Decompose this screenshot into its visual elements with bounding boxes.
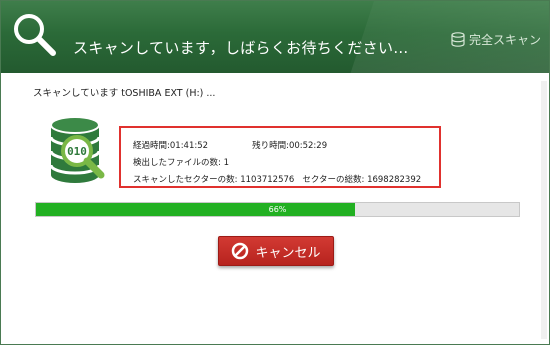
header-bar: スキャンしています，しばらくお待ちください… 完全スキャン [1,1,549,73]
sectors-row: スキャンしたセクターの数: 1103712576 セクターの総数: 1698282… [133,173,421,185]
remaining-value: 00:52:29 [288,141,328,151]
remaining-label: 残り時間: [252,141,289,151]
files-found-label: 検出したファイルの数: [133,158,221,168]
header-title: スキャンしています，しばらくお待ちください… [73,39,409,57]
scan-mode: 完全スキャン [451,31,541,48]
total-sectors-label: セクターの総数: [302,175,365,185]
scan-stats-box: 経過時間:01:41:52 残り時間:00:52:29 検出したファイルの数: 1… [119,126,441,188]
elapsed-value: 01:41:52 [169,141,209,151]
cancel-button[interactable]: キャンセル [218,236,334,266]
elapsed-label: 経過時間: [133,141,170,151]
scanned-sectors-label: スキャンしたセクターの数: [133,175,238,185]
database-icon [451,31,465,47]
time-row: 経過時間:01:41:52 残り時間:00:52:29 [133,139,327,151]
scanned-sectors-value: 1103712576 [240,175,295,185]
total-sectors-value: 1698282392 [367,175,422,185]
disk-scan-digits: 010 [67,145,87,158]
scan-window: スキャンしています，しばらくお待ちください… 完全スキャン スキャンしています … [0,0,550,345]
status-text: スキャンしています tOSHIBA EXT (H:) ... [33,88,216,99]
disk-scan-icon: 010 [49,116,105,183]
scrollbar-track[interactable] [541,81,547,339]
scan-progress-bar: 66% [35,202,520,217]
files-found-value: 1 [223,158,229,168]
cancel-button-label: キャンセル [255,245,321,261]
cancel-icon [232,242,249,260]
progress-label: 66% [268,205,287,214]
magnifier-icon [14,14,56,56]
scan-mode-label: 完全スキャン [468,33,541,47]
files-row: 検出したファイルの数: 1 [133,156,229,168]
